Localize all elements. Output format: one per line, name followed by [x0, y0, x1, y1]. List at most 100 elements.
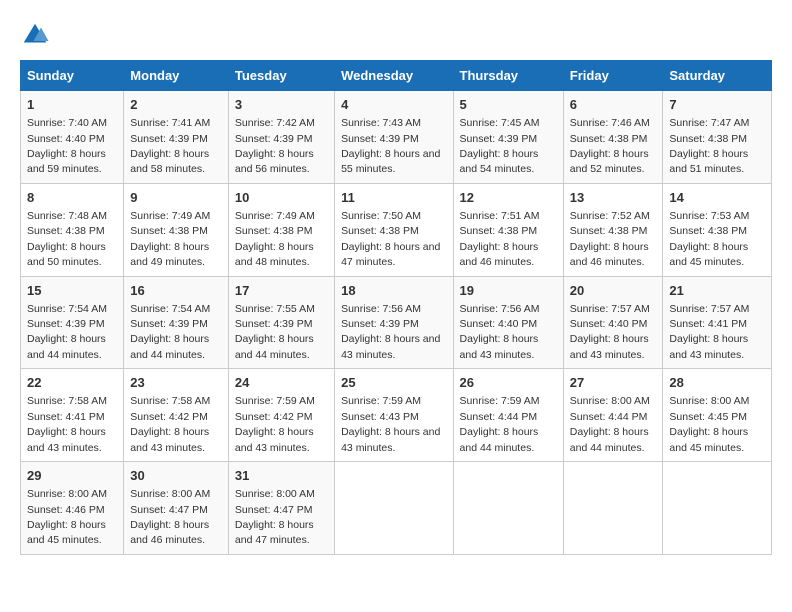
cell-info: Sunrise: 7:58 AMSunset: 4:41 PMDaylight:… [27, 395, 107, 453]
cell-info: Sunrise: 7:48 AMSunset: 4:38 PMDaylight:… [27, 210, 107, 268]
calendar-cell: 7 Sunrise: 7:47 AMSunset: 4:38 PMDayligh… [663, 91, 772, 184]
day-number: 31 [235, 467, 328, 485]
cell-info: Sunrise: 7:59 AMSunset: 4:43 PMDaylight:… [341, 395, 440, 453]
cell-info: Sunrise: 7:42 AMSunset: 4:39 PMDaylight:… [235, 117, 315, 175]
day-number: 11 [341, 189, 446, 207]
calendar-cell: 24 Sunrise: 7:59 AMSunset: 4:42 PMDaylig… [228, 369, 334, 462]
cell-info: Sunrise: 7:56 AMSunset: 4:40 PMDaylight:… [460, 303, 540, 361]
calendar-cell: 16 Sunrise: 7:54 AMSunset: 4:39 PMDaylig… [124, 276, 229, 369]
col-header-wednesday: Wednesday [335, 61, 453, 91]
cell-info: Sunrise: 7:55 AMSunset: 4:39 PMDaylight:… [235, 303, 315, 361]
cell-info: Sunrise: 7:54 AMSunset: 4:39 PMDaylight:… [27, 303, 107, 361]
day-number: 16 [130, 282, 222, 300]
calendar-cell: 20 Sunrise: 7:57 AMSunset: 4:40 PMDaylig… [563, 276, 663, 369]
day-number: 3 [235, 96, 328, 114]
calendar-cell: 15 Sunrise: 7:54 AMSunset: 4:39 PMDaylig… [21, 276, 124, 369]
calendar-cell: 14 Sunrise: 7:53 AMSunset: 4:38 PMDaylig… [663, 183, 772, 276]
day-number: 18 [341, 282, 446, 300]
calendar-cell: 4 Sunrise: 7:43 AMSunset: 4:39 PMDayligh… [335, 91, 453, 184]
cell-info: Sunrise: 7:50 AMSunset: 4:38 PMDaylight:… [341, 210, 440, 268]
calendar-cell: 19 Sunrise: 7:56 AMSunset: 4:40 PMDaylig… [453, 276, 563, 369]
calendar-cell: 31 Sunrise: 8:00 AMSunset: 4:47 PMDaylig… [228, 462, 334, 555]
day-number: 9 [130, 189, 222, 207]
day-number: 22 [27, 374, 117, 392]
cell-info: Sunrise: 7:59 AMSunset: 4:42 PMDaylight:… [235, 395, 315, 453]
cell-info: Sunrise: 7:45 AMSunset: 4:39 PMDaylight:… [460, 117, 540, 175]
calendar-cell [335, 462, 453, 555]
cell-info: Sunrise: 7:41 AMSunset: 4:39 PMDaylight:… [130, 117, 210, 175]
day-number: 4 [341, 96, 446, 114]
calendar-cell: 11 Sunrise: 7:50 AMSunset: 4:38 PMDaylig… [335, 183, 453, 276]
day-number: 5 [460, 96, 557, 114]
week-row-5: 29 Sunrise: 8:00 AMSunset: 4:46 PMDaylig… [21, 462, 772, 555]
cell-info: Sunrise: 8:00 AMSunset: 4:45 PMDaylight:… [669, 395, 749, 453]
calendar-cell: 21 Sunrise: 7:57 AMSunset: 4:41 PMDaylig… [663, 276, 772, 369]
logo [20, 20, 54, 50]
calendar-cell: 18 Sunrise: 7:56 AMSunset: 4:39 PMDaylig… [335, 276, 453, 369]
day-number: 30 [130, 467, 222, 485]
day-number: 2 [130, 96, 222, 114]
calendar-cell: 30 Sunrise: 8:00 AMSunset: 4:47 PMDaylig… [124, 462, 229, 555]
calendar-cell: 10 Sunrise: 7:49 AMSunset: 4:38 PMDaylig… [228, 183, 334, 276]
week-row-2: 8 Sunrise: 7:48 AMSunset: 4:38 PMDayligh… [21, 183, 772, 276]
day-number: 24 [235, 374, 328, 392]
cell-info: Sunrise: 7:49 AMSunset: 4:38 PMDaylight:… [130, 210, 210, 268]
calendar-cell: 12 Sunrise: 7:51 AMSunset: 4:38 PMDaylig… [453, 183, 563, 276]
col-header-sunday: Sunday [21, 61, 124, 91]
calendar-header-row: SundayMondayTuesdayWednesdayThursdayFrid… [21, 61, 772, 91]
calendar-cell: 25 Sunrise: 7:59 AMSunset: 4:43 PMDaylig… [335, 369, 453, 462]
day-number: 27 [570, 374, 657, 392]
day-number: 14 [669, 189, 765, 207]
day-number: 7 [669, 96, 765, 114]
calendar-cell: 26 Sunrise: 7:59 AMSunset: 4:44 PMDaylig… [453, 369, 563, 462]
day-number: 29 [27, 467, 117, 485]
calendar-cell: 5 Sunrise: 7:45 AMSunset: 4:39 PMDayligh… [453, 91, 563, 184]
day-number: 10 [235, 189, 328, 207]
day-number: 1 [27, 96, 117, 114]
calendar-cell [663, 462, 772, 555]
cell-info: Sunrise: 7:47 AMSunset: 4:38 PMDaylight:… [669, 117, 749, 175]
cell-info: Sunrise: 7:40 AMSunset: 4:40 PMDaylight:… [27, 117, 107, 175]
cell-info: Sunrise: 7:52 AMSunset: 4:38 PMDaylight:… [570, 210, 650, 268]
calendar-cell: 3 Sunrise: 7:42 AMSunset: 4:39 PMDayligh… [228, 91, 334, 184]
day-number: 26 [460, 374, 557, 392]
calendar-cell: 13 Sunrise: 7:52 AMSunset: 4:38 PMDaylig… [563, 183, 663, 276]
logo-icon [20, 20, 50, 50]
day-number: 21 [669, 282, 765, 300]
cell-info: Sunrise: 7:43 AMSunset: 4:39 PMDaylight:… [341, 117, 440, 175]
day-number: 13 [570, 189, 657, 207]
calendar-cell: 17 Sunrise: 7:55 AMSunset: 4:39 PMDaylig… [228, 276, 334, 369]
calendar-cell: 1 Sunrise: 7:40 AMSunset: 4:40 PMDayligh… [21, 91, 124, 184]
page-header [20, 20, 772, 50]
cell-info: Sunrise: 8:00 AMSunset: 4:47 PMDaylight:… [130, 488, 210, 546]
day-number: 15 [27, 282, 117, 300]
cell-info: Sunrise: 7:59 AMSunset: 4:44 PMDaylight:… [460, 395, 540, 453]
cell-info: Sunrise: 7:53 AMSunset: 4:38 PMDaylight:… [669, 210, 749, 268]
cell-info: Sunrise: 8:00 AMSunset: 4:47 PMDaylight:… [235, 488, 315, 546]
calendar-cell [453, 462, 563, 555]
calendar-cell: 6 Sunrise: 7:46 AMSunset: 4:38 PMDayligh… [563, 91, 663, 184]
calendar-table: SundayMondayTuesdayWednesdayThursdayFrid… [20, 60, 772, 555]
day-number: 20 [570, 282, 657, 300]
calendar-cell: 22 Sunrise: 7:58 AMSunset: 4:41 PMDaylig… [21, 369, 124, 462]
week-row-3: 15 Sunrise: 7:54 AMSunset: 4:39 PMDaylig… [21, 276, 772, 369]
calendar-cell: 29 Sunrise: 8:00 AMSunset: 4:46 PMDaylig… [21, 462, 124, 555]
cell-info: Sunrise: 7:49 AMSunset: 4:38 PMDaylight:… [235, 210, 315, 268]
cell-info: Sunrise: 7:46 AMSunset: 4:38 PMDaylight:… [570, 117, 650, 175]
col-header-monday: Monday [124, 61, 229, 91]
col-header-friday: Friday [563, 61, 663, 91]
calendar-cell: 8 Sunrise: 7:48 AMSunset: 4:38 PMDayligh… [21, 183, 124, 276]
cell-info: Sunrise: 7:58 AMSunset: 4:42 PMDaylight:… [130, 395, 210, 453]
day-number: 19 [460, 282, 557, 300]
calendar-cell: 28 Sunrise: 8:00 AMSunset: 4:45 PMDaylig… [663, 369, 772, 462]
calendar-cell [563, 462, 663, 555]
week-row-1: 1 Sunrise: 7:40 AMSunset: 4:40 PMDayligh… [21, 91, 772, 184]
cell-info: Sunrise: 7:54 AMSunset: 4:39 PMDaylight:… [130, 303, 210, 361]
cell-info: Sunrise: 7:56 AMSunset: 4:39 PMDaylight:… [341, 303, 440, 361]
calendar-cell: 23 Sunrise: 7:58 AMSunset: 4:42 PMDaylig… [124, 369, 229, 462]
cell-info: Sunrise: 7:51 AMSunset: 4:38 PMDaylight:… [460, 210, 540, 268]
day-number: 6 [570, 96, 657, 114]
calendar-cell: 9 Sunrise: 7:49 AMSunset: 4:38 PMDayligh… [124, 183, 229, 276]
col-header-thursday: Thursday [453, 61, 563, 91]
day-number: 25 [341, 374, 446, 392]
